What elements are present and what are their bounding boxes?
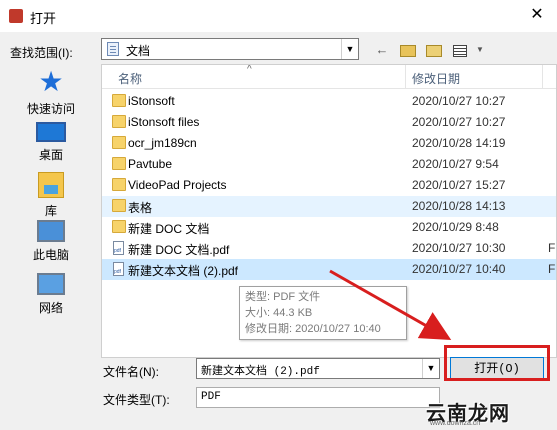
file-name: 新建 DOC 文档.pdf [128, 243, 230, 257]
folder-icon [112, 199, 126, 212]
file-date: 2020/10/28 14:19 [412, 136, 506, 150]
close-button[interactable]: ✕ [527, 5, 547, 25]
sort-caret-icon: ^ [247, 64, 252, 75]
list-item-selected[interactable]: 新建文本文档 (2).pdf 2020/10/27 10:40 F [102, 259, 556, 280]
column-divider[interactable] [405, 65, 406, 89]
list-item[interactable]: 新建 DOC 文档 2020/10/29 8:48 [102, 217, 556, 238]
file-date: 2020/10/27 9:54 [412, 157, 499, 171]
place-label: 快速访问 [26, 102, 75, 116]
new-folder-icon[interactable] [424, 41, 444, 59]
list-item[interactable]: iStonsoft files 2020/10/27 10:27 [102, 112, 556, 133]
tooltip-type: 类型: PDF 文件 [245, 291, 321, 303]
open-button[interactable]: 打开(O) [450, 357, 544, 381]
folder-icon [112, 136, 126, 149]
filetype-select[interactable]: PDF [196, 387, 440, 408]
window-title: 打开 [30, 11, 57, 26]
list-item[interactable]: iStonsoft 2020/10/27 10:27 [102, 91, 556, 112]
file-date: 2020/10/28 14:13 [412, 199, 506, 213]
place-network[interactable]: 网络 [8, 273, 94, 316]
place-quick-access[interactable]: ★ 快速访问 [8, 68, 94, 117]
site-watermark: 云南龙网 www.downza.cn [426, 397, 554, 427]
file-date: 2020/10/27 15:27 [412, 178, 506, 192]
pdf-file-icon [113, 241, 124, 255]
file-name: 新建 DOC 文档 [128, 222, 210, 236]
pdf-file-icon [113, 262, 124, 276]
place-label: 库 [44, 204, 57, 218]
file-date: 2020/10/29 8:48 [412, 220, 499, 234]
tooltip-date: 修改日期: 2020/10/27 10:40 [245, 323, 381, 335]
list-item[interactable]: VideoPad Projects 2020/10/27 15:27 [102, 175, 556, 196]
file-name: iStonsoft [128, 94, 175, 108]
filename-input[interactable]: 新建文本文档 (2).pdf ▼ [196, 358, 440, 379]
list-item[interactable]: 新建 DOC 文档.pdf 2020/10/27 10:30 F [102, 238, 556, 259]
place-library[interactable]: 库 [8, 172, 94, 219]
column-header-date[interactable]: 修改日期 [412, 70, 460, 87]
list-item[interactable]: 表格 2020/10/28 14:13 [102, 196, 556, 217]
filename-label: 文件名(N): [103, 365, 159, 379]
chevron-down-icon[interactable]: ▼ [341, 39, 358, 59]
lookin-value: 文档 [126, 44, 151, 58]
folder-icon [112, 94, 126, 107]
lookin-dropdown[interactable]: 文档 ▼ [101, 38, 359, 60]
file-name: ocr_jm189cn [128, 136, 197, 150]
toolbar: ← ▼ [372, 40, 484, 60]
view-menu-icon[interactable] [450, 41, 470, 59]
place-this-pc[interactable]: 此电脑 [8, 220, 94, 263]
folder-icon [112, 178, 126, 191]
back-arrow-icon[interactable]: ← [372, 41, 392, 59]
watermark-url: www.downza.cn [430, 420, 481, 427]
file-date: 2020/10/27 10:27 [412, 94, 506, 108]
filetype-value: PDF [201, 391, 221, 403]
list-item[interactable]: ocr_jm189cn 2020/10/28 14:19 [102, 133, 556, 154]
column-divider[interactable] [542, 65, 543, 89]
dialog-body: 查找范围(I): 文档 ▼ ← ▼ ★ 快速访问 桌面 库 此电脑 网络 ^ 名… [0, 32, 557, 430]
list-item[interactable]: Pavtube 2020/10/27 9:54 [102, 154, 556, 175]
chevron-down-icon[interactable]: ▼ [422, 359, 439, 378]
filetype-label: 文件类型(T): [103, 393, 170, 407]
file-name: 新建文本文档 (2).pdf [128, 264, 239, 278]
lookin-label: 查找范围(I): [10, 46, 73, 60]
file-date: 2020/10/27 10:40 [412, 262, 506, 276]
place-label: 网络 [38, 301, 63, 315]
file-info-tooltip: 类型: PDF 文件 大小: 44.3 KB 修改日期: 2020/10/27 … [239, 286, 407, 340]
column-header-name[interactable]: 名称 [118, 70, 142, 87]
file-name: VideoPad Projects [128, 178, 227, 192]
file-type: F [548, 241, 556, 255]
filename-value: 新建文本文档 (2).pdf [201, 366, 320, 378]
file-name: 表格 [128, 201, 153, 215]
star-icon: ★ [38, 66, 64, 97]
desktop-icon [36, 122, 66, 142]
file-type: F [548, 262, 556, 276]
title-bar: 打开 ✕ [0, 0, 557, 32]
file-date: 2020/10/27 10:30 [412, 241, 506, 255]
view-dropdown-chevron-icon[interactable]: ▼ [476, 41, 484, 59]
place-label: 桌面 [38, 148, 63, 162]
computer-icon [37, 220, 65, 242]
file-date: 2020/10/27 10:27 [412, 115, 506, 129]
place-desktop[interactable]: 桌面 [8, 122, 94, 163]
tooltip-size: 大小: 44.3 KB [245, 307, 313, 319]
folder-icon [112, 157, 126, 170]
file-name: iStonsoft files [128, 115, 200, 129]
app-icon [9, 9, 23, 23]
up-folder-icon[interactable] [398, 41, 418, 59]
network-icon [37, 273, 65, 295]
documents-folder-icon [107, 42, 119, 56]
folder-icon [112, 220, 126, 233]
folder-icon [112, 115, 126, 128]
library-icon [38, 172, 64, 198]
place-label: 此电脑 [32, 248, 69, 262]
list-header: ^ 名称 修改日期 [102, 64, 556, 89]
places-bar: ★ 快速访问 桌面 库 此电脑 网络 [8, 68, 94, 358]
file-name: Pavtube [128, 157, 173, 171]
